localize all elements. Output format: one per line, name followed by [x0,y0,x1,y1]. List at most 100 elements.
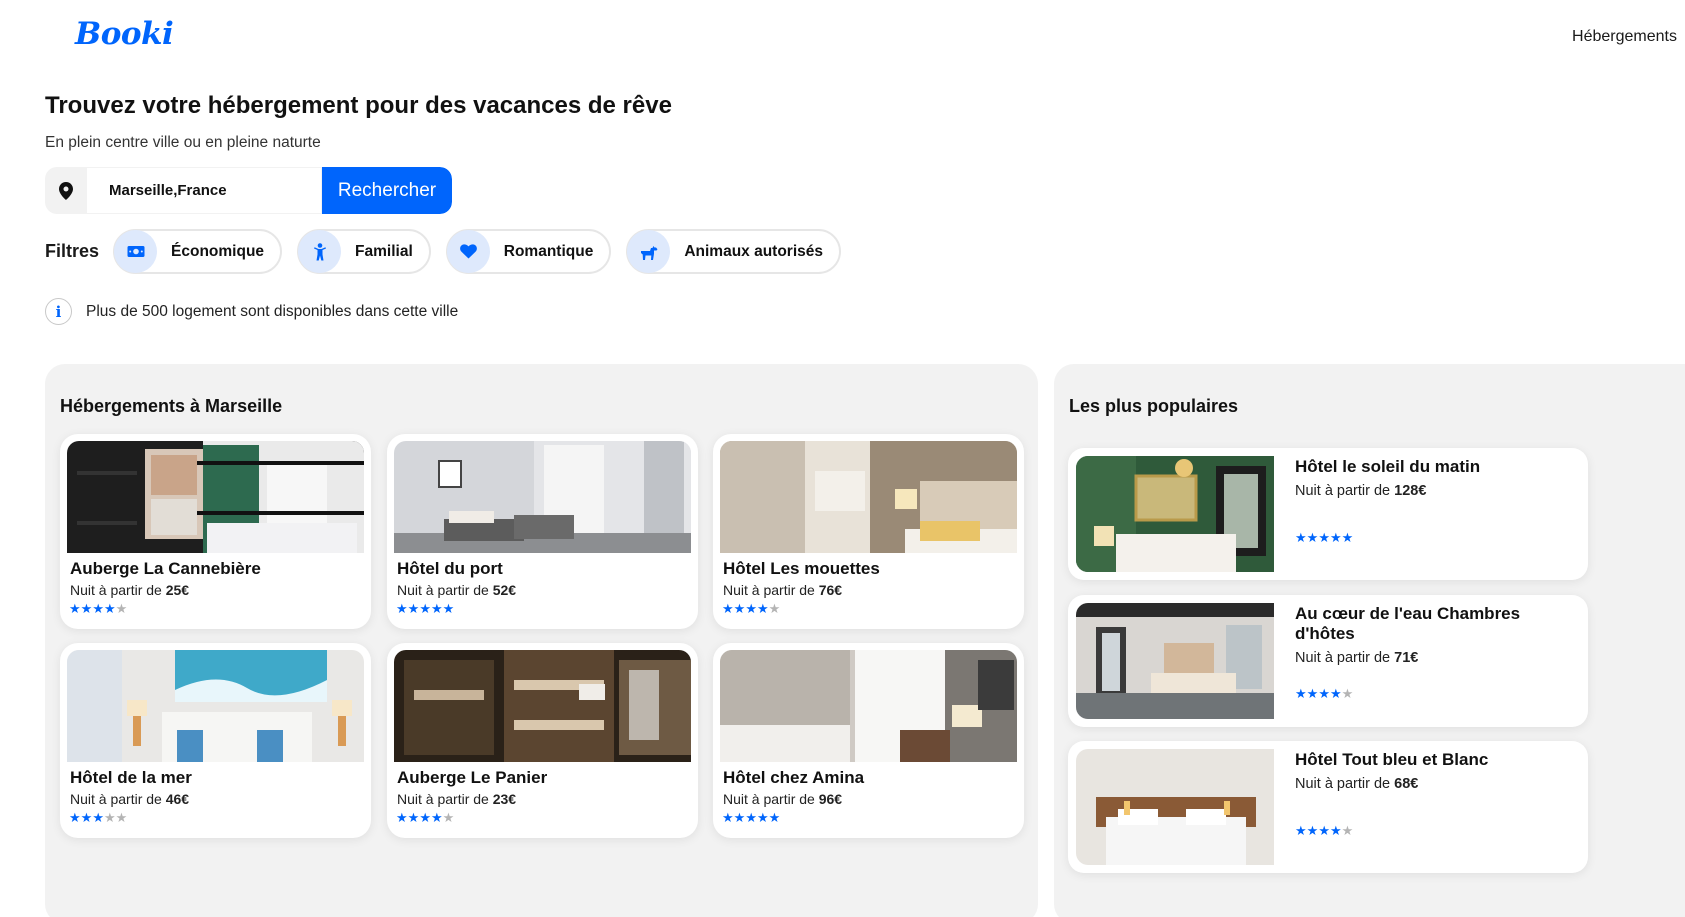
popular-price: Nuit à partir de 68€ [1295,776,1418,792]
filter-economique[interactable]: Économique [113,229,283,274]
filters-label: Filtres [45,241,100,261]
star-filled-icon: ★ [756,601,769,616]
accommodations-section: Hébergements à Marseille Auberge La Cann… [45,364,1038,917]
star-empty-icon: ★ [768,601,781,616]
rating-stars: ★★★★★ [1295,823,1353,839]
star-filled-icon: ★ [733,810,746,825]
star-filled-icon: ★ [722,601,734,616]
price-prefix: Nuit à partir de [723,582,819,598]
popular-price: Nuit à partir de 71€ [1295,650,1418,666]
accommodation-price: Nuit à partir de 96€ [723,791,842,807]
booki-logo[interactable]: Booki [75,16,174,52]
star-filled-icon: ★ [92,601,104,616]
star-filled-icon: ★ [430,810,443,825]
filter-familial[interactable]: Familial [297,229,431,274]
page-subtitle: En plein centre ville ou en pleine natur… [45,134,321,151]
accommodation-card[interactable]: Auberge La Cannebière Nuit à partir de 2… [60,434,371,629]
page-title: Trouvez votre hébergement pour des vacan… [45,92,672,119]
popular-name: Hôtel le soleil du matin [1295,457,1481,476]
filter-label: Familial [355,242,413,260]
star-filled-icon: ★ [80,810,93,825]
rating-stars: ★★★★★ [396,601,454,617]
star-filled-icon: ★ [1295,530,1307,545]
star-filled-icon: ★ [1341,530,1354,545]
star-filled-icon: ★ [756,810,769,825]
search-button[interactable]: Rechercher [322,167,452,214]
star-empty-icon: ★ [115,601,128,616]
availability-info: i Plus de 500 logement sont disponibles … [45,298,458,325]
star-filled-icon: ★ [419,810,431,825]
popular-photo [1076,456,1274,572]
price-value: 128€ [1394,483,1427,499]
star-filled-icon: ★ [430,601,443,616]
price-prefix: Nuit à partir de [397,582,493,598]
star-filled-icon: ★ [745,810,757,825]
star-filled-icon: ★ [80,601,93,616]
accommodation-price: Nuit à partir de 76€ [723,582,842,598]
star-filled-icon: ★ [1329,823,1342,838]
star-empty-icon: ★ [115,810,128,825]
star-filled-icon: ★ [1295,823,1307,838]
filter-romantique[interactable]: Romantique [445,229,612,274]
star-filled-icon: ★ [442,601,455,616]
star-filled-icon: ★ [69,810,81,825]
popular-card[interactable]: Hôtel le soleil du matin Nuit à partir d… [1068,448,1588,580]
price-value: 52€ [492,582,517,598]
star-filled-icon: ★ [1329,530,1342,545]
popular-name: Au cœur de l'eau Chambres d'hôtes [1295,604,1521,643]
rating-stars: ★★★★★ [722,810,780,826]
search-input[interactable] [87,167,322,214]
star-empty-icon: ★ [442,810,455,825]
rating-stars: ★★★★★ [1295,686,1353,702]
nav-link-hebergements[interactable]: Hébergements [1572,28,1677,46]
rating-stars: ★★★★★ [1295,530,1353,546]
star-filled-icon: ★ [92,810,104,825]
price-value: 46€ [165,791,190,807]
popular-photo [1076,749,1274,865]
accommodation-price: Nuit à partir de 25€ [70,582,189,598]
rating-stars: ★★★★★ [69,601,127,617]
heart-icon [446,230,490,273]
accommodation-photo [67,441,364,553]
star-empty-icon: ★ [1341,823,1354,838]
star-filled-icon: ★ [745,601,757,616]
star-filled-icon: ★ [69,601,81,616]
rating-stars: ★★★★★ [722,601,780,617]
price-prefix: Nuit à partir de [1295,776,1395,792]
accommodation-price: Nuit à partir de 46€ [70,791,189,807]
star-filled-icon: ★ [407,810,420,825]
popular-card[interactable]: Hôtel Tout bleu et Blanc Nuit à partir d… [1068,741,1588,873]
price-value: 71€ [1394,650,1419,666]
star-filled-icon: ★ [722,810,734,825]
accommodation-photo [720,650,1017,762]
money-icon [114,230,158,273]
info-icon: i [45,298,72,325]
star-filled-icon: ★ [1329,686,1342,701]
accommodation-photo [720,441,1017,553]
child-icon [298,230,342,273]
accommodation-card[interactable]: Hôtel du port Nuit à partir de 52€ ★★★★★ [387,434,698,629]
map-pin-icon [45,167,87,214]
popular-title: Les plus populaires [1069,396,1239,416]
accommodation-card[interactable]: Auberge Le Panier Nuit à partir de 23€ ★… [387,643,698,838]
star-filled-icon: ★ [396,810,408,825]
accommodation-card[interactable]: Hôtel chez Amina Nuit à partir de 96€ ★★… [713,643,1024,838]
popular-card[interactable]: Au cœur de l'eau Chambres d'hôtes Nuit à… [1068,595,1588,727]
star-empty-icon: ★ [1341,686,1354,701]
accommodation-price: Nuit à partir de 52€ [397,582,516,598]
star-filled-icon: ★ [768,810,781,825]
popular-name: Hôtel Tout bleu et Blanc [1295,750,1489,769]
accommodation-card[interactable]: Hôtel Les mouettes Nuit à partir de 76€ … [713,434,1024,629]
price-prefix: Nuit à partir de [70,791,166,807]
star-filled-icon: ★ [733,601,746,616]
popular-price: Nuit à partir de 128€ [1295,483,1426,499]
filter-label: Économique [171,242,265,260]
filters-bar: Filtres Économique Familial Romantique A… [45,229,856,274]
star-filled-icon: ★ [419,601,431,616]
filter-label: Animaux autorisés [684,242,824,260]
price-prefix: Nuit à partir de [70,582,166,598]
accommodation-card[interactable]: Hôtel de la mer Nuit à partir de 46€ ★★★… [60,643,371,838]
price-value: 23€ [492,791,517,807]
star-filled-icon: ★ [1306,530,1319,545]
filter-animaux[interactable]: Animaux autorisés [626,229,842,274]
